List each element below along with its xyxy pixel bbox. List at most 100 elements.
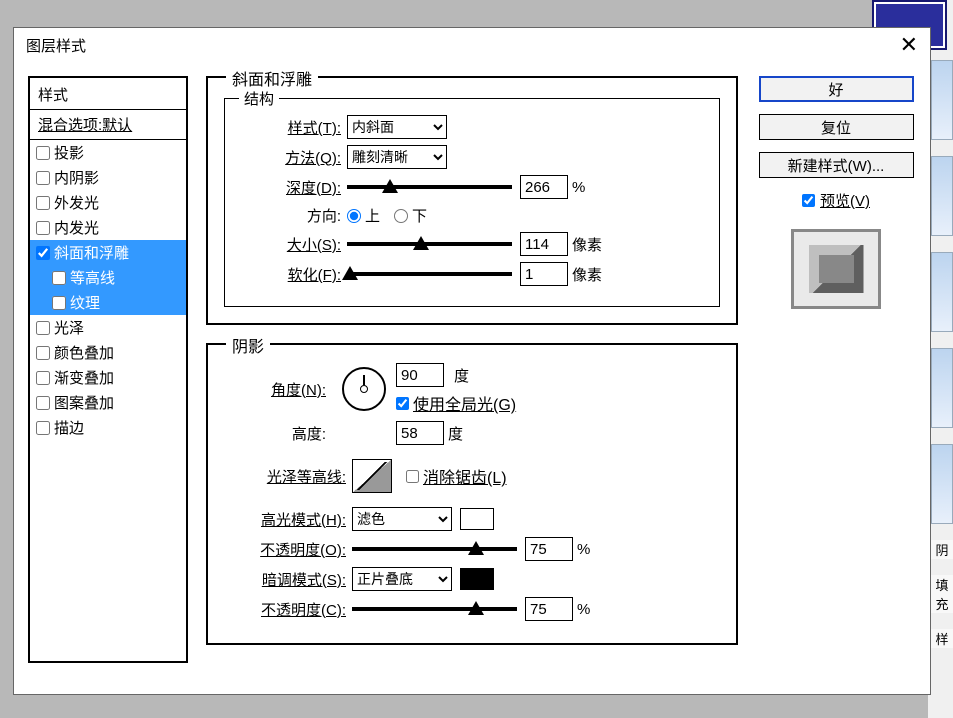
layer-style-dialog: 图层样式 ✕ 样式 混合选项:默认 投影内阴影外发光内发光斜面和浮雕等高线纹理光… (13, 27, 931, 695)
style-item-6[interactable]: 纹理 (30, 290, 186, 315)
style-label: 样式(T): (239, 117, 347, 138)
style-list-header: 样式 (30, 78, 186, 110)
style-item-3[interactable]: 内发光 (30, 215, 186, 240)
style-item-4[interactable]: 斜面和浮雕 (30, 240, 186, 265)
style-list: 样式 混合选项:默认 投影内阴影外发光内发光斜面和浮雕等高线纹理光泽颜色叠加渐变… (28, 76, 188, 663)
shadow-color-swatch[interactable] (460, 568, 494, 590)
altitude-label: 高度: (224, 423, 332, 444)
style-item-label: 颜色叠加 (54, 342, 114, 363)
contour-picker[interactable] (352, 459, 392, 493)
style-item-7[interactable]: 光泽 (30, 315, 186, 340)
highlight-opacity-slider[interactable] (352, 539, 517, 559)
style-item-1[interactable]: 内阴影 (30, 165, 186, 190)
highlight-opacity-unit: % (577, 541, 590, 558)
right-column: 好 复位 新建样式(W)... 预览(V) (756, 76, 916, 663)
soften-slider[interactable] (347, 264, 512, 284)
contour-label: 光泽等高线: (224, 466, 352, 487)
shadow-mode-select[interactable]: 正片叠底 (352, 567, 452, 591)
style-item-checkbox[interactable] (36, 221, 50, 235)
shadow-opacity-slider[interactable] (352, 599, 517, 619)
dialog-title: 图层样式 (26, 35, 86, 56)
style-item-9[interactable]: 渐变叠加 (30, 365, 186, 390)
direction-up-radio[interactable]: 上 (347, 205, 380, 226)
size-input[interactable] (520, 232, 568, 256)
style-item-11[interactable]: 描边 (30, 415, 186, 440)
shadow-opacity-unit: % (577, 601, 590, 618)
depth-slider[interactable] (347, 177, 512, 197)
options-panel: 斜面和浮雕 结构 样式(T): 内斜面 方法(Q): 雕刻清晰 深度(D): (206, 76, 738, 663)
style-item-label: 图案叠加 (54, 392, 114, 413)
style-select[interactable]: 内斜面 (347, 115, 447, 139)
highlight-color-swatch[interactable] (460, 508, 494, 530)
style-item-8[interactable]: 颜色叠加 (30, 340, 186, 365)
style-item-label: 等高线 (70, 267, 115, 288)
antialias-checkbox[interactable]: 消除锯齿(L) (406, 464, 507, 488)
soften-input[interactable] (520, 262, 568, 286)
method-select[interactable]: 雕刻清晰 (347, 145, 447, 169)
bevel-preview-icon (809, 245, 864, 293)
style-item-checkbox[interactable] (52, 271, 66, 285)
depth-label: 深度(D): (239, 177, 347, 198)
soften-unit: 像素 (572, 264, 602, 285)
style-item-checkbox[interactable] (36, 421, 50, 435)
soften-label: 软化(F): (239, 264, 347, 285)
style-item-checkbox[interactable] (36, 146, 50, 160)
highlight-opacity-label: 不透明度(O): (224, 539, 352, 560)
style-item-2[interactable]: 外发光 (30, 190, 186, 215)
angle-input[interactable] (396, 363, 444, 387)
style-item-checkbox[interactable] (36, 171, 50, 185)
structure-fieldset: 结构 样式(T): 内斜面 方法(Q): 雕刻清晰 深度(D): (224, 98, 720, 307)
highlight-mode-label: 高光模式(H): (224, 509, 352, 530)
style-item-10[interactable]: 图案叠加 (30, 390, 186, 415)
shadow-legend: 阴影 (226, 333, 270, 357)
style-item-checkbox[interactable] (36, 371, 50, 385)
style-item-checkbox[interactable] (36, 321, 50, 335)
highlight-opacity-input[interactable] (525, 537, 573, 561)
size-unit: 像素 (572, 234, 602, 255)
shadow-opacity-label: 不透明度(C): (224, 599, 352, 620)
depth-input[interactable] (520, 175, 568, 199)
highlight-mode-select[interactable]: 滤色 (352, 507, 452, 531)
shadow-opacity-input[interactable] (525, 597, 573, 621)
new-style-button[interactable]: 新建样式(W)... (759, 152, 914, 178)
direction-label: 方向: (239, 205, 347, 226)
style-item-0[interactable]: 投影 (30, 140, 186, 165)
bevel-legend: 斜面和浮雕 (226, 66, 318, 90)
side-label-b: 填充 (931, 575, 953, 613)
style-item-label: 投影 (54, 142, 84, 163)
style-item-label: 外发光 (54, 192, 99, 213)
side-palette-strips: 阴 填充 样 (931, 60, 953, 648)
angle-unit: 度 (454, 365, 469, 386)
style-item-checkbox[interactable] (36, 196, 50, 210)
shadow-mode-label: 暗调模式(S): (224, 569, 352, 590)
blend-options[interactable]: 混合选项:默认 (30, 110, 186, 140)
style-item-checkbox[interactable] (52, 296, 66, 310)
bevel-fieldset: 斜面和浮雕 结构 样式(T): 内斜面 方法(Q): 雕刻清晰 深度(D): (206, 76, 738, 325)
titlebar: 图层样式 ✕ (14, 28, 930, 62)
angle-dial[interactable] (342, 367, 386, 411)
style-item-label: 内发光 (54, 217, 99, 238)
global-light-checkbox[interactable]: 使用全局光(G) (396, 391, 516, 415)
altitude-input[interactable] (396, 421, 444, 445)
close-icon[interactable]: ✕ (900, 32, 918, 58)
direction-down-radio[interactable]: 下 (394, 205, 427, 226)
style-item-5[interactable]: 等高线 (30, 265, 186, 290)
style-item-checkbox[interactable] (36, 246, 50, 260)
style-item-label: 渐变叠加 (54, 367, 114, 388)
side-label-c: 样 (931, 629, 953, 648)
style-item-label: 光泽 (54, 317, 84, 338)
depth-unit: % (572, 179, 585, 196)
effect-preview (791, 229, 881, 309)
style-item-checkbox[interactable] (36, 346, 50, 360)
style-item-label: 纹理 (70, 292, 100, 313)
style-item-checkbox[interactable] (36, 396, 50, 410)
preview-checkbox[interactable]: 预览(V) (802, 190, 870, 211)
side-label-a: 阴 (931, 540, 953, 559)
size-slider[interactable] (347, 234, 512, 254)
structure-legend: 结构 (239, 88, 279, 109)
altitude-unit: 度 (448, 423, 463, 444)
ok-button[interactable]: 好 (759, 76, 914, 102)
method-label: 方法(Q): (239, 147, 347, 168)
reset-button[interactable]: 复位 (759, 114, 914, 140)
angle-label: 角度(N): (224, 379, 332, 400)
